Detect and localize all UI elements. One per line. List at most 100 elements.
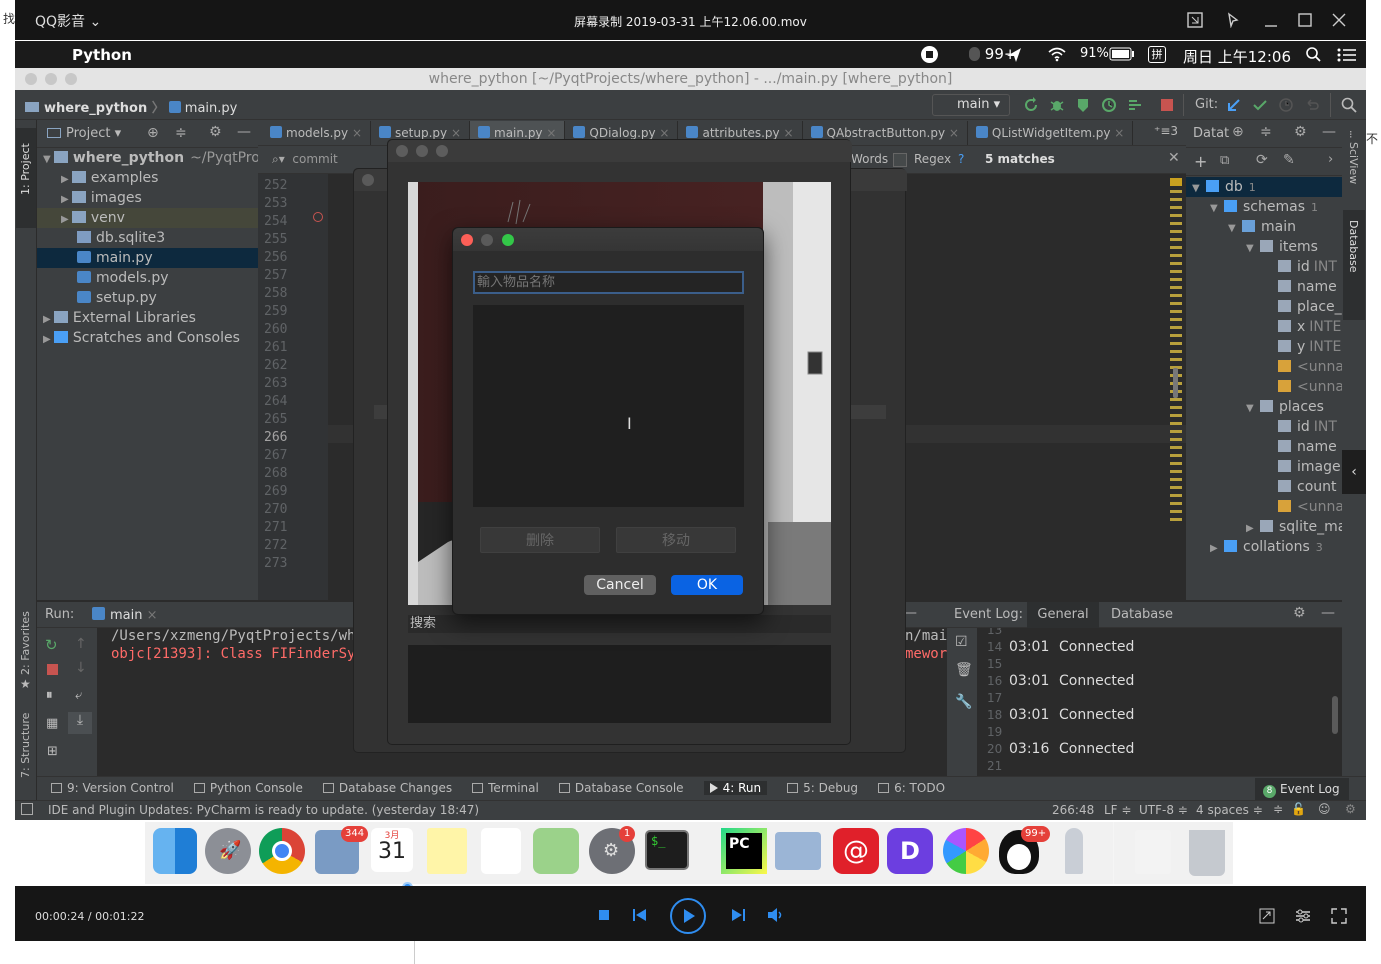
- cancel-button[interactable]: Cancel: [584, 575, 656, 595]
- chevron-down-icon[interactable]: ▼: [1228, 219, 1242, 239]
- bottom-tool-tab[interactable]: Database Changes: [322, 781, 452, 795]
- maps-icon[interactable]: [533, 828, 579, 874]
- fullscreen-icon[interactable]: [1331, 908, 1347, 924]
- trash-icon[interactable]: 🗑: [955, 662, 973, 678]
- window-max-dot[interactable]: [65, 73, 77, 85]
- database-tree-item[interactable]: ▶ collations 3: [1186, 537, 1342, 557]
- coverage-icon[interactable]: [1075, 97, 1091, 113]
- dialog-max-dot[interactable]: [502, 234, 514, 246]
- player-screenshot-icon[interactable]: [1187, 12, 1203, 28]
- notes-icon[interactable]: [427, 828, 467, 874]
- database-tree-item[interactable]: image: [1186, 457, 1342, 477]
- tab-close-icon[interactable]: ×: [656, 126, 669, 140]
- bottom-tool-tab[interactable]: 4: Run: [703, 781, 768, 795]
- database-tree-item[interactable]: ▼ places: [1186, 397, 1342, 417]
- app-min-dot[interactable]: [416, 145, 428, 157]
- record-stop-icon[interactable]: [921, 46, 938, 63]
- memory-icon[interactable]: ⚙: [1345, 802, 1356, 816]
- db-more-icon[interactable]: ›: [1328, 152, 1333, 167]
- tab-close-icon[interactable]: ×: [447, 126, 461, 140]
- player-settings-icon[interactable]: [1295, 908, 1311, 924]
- project-tree-item[interactable]: ▶ examples: [37, 168, 258, 188]
- chevron-down-icon[interactable]: ▼: [43, 154, 54, 165]
- project-tree-item[interactable]: main.py: [37, 248, 258, 268]
- trash-can-icon[interactable]: [1189, 830, 1225, 876]
- dash-icon[interactable]: D: [887, 828, 933, 874]
- file-encoding[interactable]: UTF-8 ≑: [1139, 803, 1188, 817]
- collapse-icon[interactable]: ≑: [175, 125, 187, 141]
- wifi-icon[interactable]: [1047, 45, 1067, 63]
- softwrap-icon[interactable]: ⤶: [75, 688, 82, 703]
- run-down-icon[interactable]: ↓: [75, 660, 87, 676]
- project-tree-item[interactable]: db.sqlite3: [37, 228, 258, 248]
- favorites-tool-label[interactable]: 2: Favorites: [19, 611, 32, 675]
- tab-close-icon[interactable]: ×: [1110, 126, 1124, 140]
- db-refresh-icon[interactable]: ⟳: [1256, 152, 1268, 168]
- db-locate-icon[interactable]: ⊕: [1232, 124, 1244, 140]
- breakpoint-icon[interactable]: [313, 212, 323, 222]
- gear-icon[interactable]: ⚙: [209, 124, 222, 140]
- inspector-icon[interactable]: ☺: [1318, 802, 1331, 816]
- move-button[interactable]: 移动: [616, 527, 736, 553]
- bottom-tool-tab[interactable]: 6: TODO: [878, 781, 945, 795]
- run-rerun-icon[interactable]: ↻: [45, 636, 58, 654]
- database-tree-item[interactable]: ▼ db 1: [1186, 177, 1342, 197]
- chevron-right-icon[interactable]: ▶: [61, 194, 72, 205]
- event-log-tab-general[interactable]: General: [1027, 602, 1099, 628]
- database-tree-item[interactable]: <unna: [1186, 377, 1342, 397]
- tab-close-icon[interactable]: ×: [780, 126, 793, 140]
- notification-center-icon[interactable]: [1337, 47, 1357, 63]
- event-log-hide-icon[interactable]: —: [1321, 605, 1335, 621]
- minimize-icon[interactable]: [1263, 12, 1279, 28]
- project-tree-item[interactable]: setup.py: [37, 288, 258, 308]
- chevron-down-icon[interactable]: ▼: [1210, 199, 1224, 219]
- project-tree-item[interactable]: ▶ venv: [37, 208, 258, 228]
- project-tree-item[interactable]: ▶ External Libraries: [37, 308, 258, 328]
- stop-icon[interactable]: [1161, 99, 1173, 111]
- item-list[interactable]: [473, 305, 744, 507]
- menubar-app-name[interactable]: Python: [72, 46, 132, 64]
- finder-icon[interactable]: [153, 828, 197, 874]
- lock-icon[interactable]: 🔓: [1291, 802, 1306, 816]
- app-close-dot[interactable]: [396, 145, 408, 157]
- bottom-tool-tab[interactable]: Terminal: [472, 781, 539, 795]
- project-tool-label[interactable]: 1: Project: [19, 143, 32, 195]
- project-tree-item[interactable]: models.py: [37, 268, 258, 288]
- close-icon[interactable]: [1331, 12, 1347, 28]
- error-stripe[interactable]: [1170, 178, 1184, 538]
- profile-icon[interactable]: [1101, 97, 1117, 113]
- words-label[interactable]: Words: [851, 152, 888, 166]
- db-edit-icon[interactable]: ✎: [1283, 152, 1295, 168]
- database-tree-item[interactable]: ▼ items: [1186, 237, 1342, 257]
- delete-button[interactable]: 删除: [480, 527, 600, 553]
- database-tree-item[interactable]: id INT: [1186, 417, 1342, 437]
- send-icon[interactable]: [1005, 46, 1023, 64]
- window-close-dot[interactable]: [25, 73, 37, 85]
- pin-icon[interactable]: ⊞: [47, 744, 58, 759]
- preview-icon[interactable]: [775, 832, 821, 870]
- status-toggle-icon[interactable]: [21, 803, 33, 815]
- bottom-tool-tab[interactable]: 5: Debug: [787, 781, 858, 795]
- regex-checkbox[interactable]: [893, 153, 907, 167]
- mark-read-icon[interactable]: ☑: [955, 634, 968, 650]
- git-history-icon[interactable]: [1279, 98, 1293, 112]
- next-icon[interactable]: [731, 909, 745, 921]
- bottom-tool-tab[interactable]: Database Console: [558, 781, 684, 795]
- item-name-input[interactable]: [473, 271, 744, 294]
- locate-icon[interactable]: ⊕: [147, 125, 159, 141]
- scroll-to-end-icon[interactable]: ⤓: [68, 712, 92, 734]
- project-view-select[interactable]: Project ▾: [47, 126, 121, 141]
- chevron-right-icon[interactable]: ▶: [43, 314, 54, 325]
- project-tree-item[interactable]: ▶ Scratches and Consoles: [37, 328, 258, 348]
- database-tree-item[interactable]: x INTE: [1186, 317, 1342, 337]
- database-tree-item[interactable]: id INT: [1186, 257, 1342, 277]
- app-max-dot[interactable]: [436, 145, 448, 157]
- db-add-icon[interactable]: +: [1194, 152, 1207, 171]
- run-stop-icon[interactable]: [47, 664, 58, 675]
- input-method-icon[interactable]: 拼: [1148, 46, 1166, 63]
- rerun-icon[interactable]: [1023, 97, 1039, 113]
- chevron-right-icon[interactable]: ▶: [61, 214, 72, 225]
- db-copy-icon[interactable]: ⧉: [1220, 153, 1229, 168]
- search-everywhere-icon[interactable]: [1341, 97, 1357, 113]
- event-log-button[interactable]: 8 Event Log: [1255, 778, 1349, 800]
